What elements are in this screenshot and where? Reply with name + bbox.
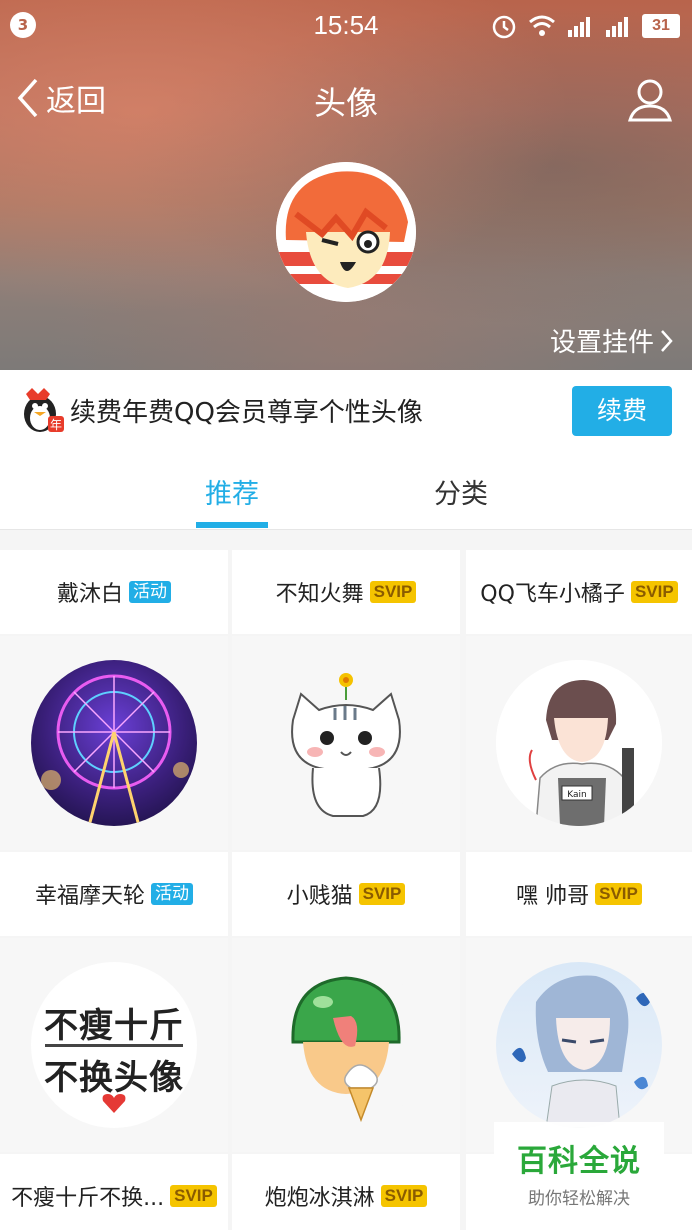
svip-tag: SVIP	[170, 1185, 217, 1207]
heart-icon	[102, 1094, 126, 1113]
icecream-image	[263, 962, 429, 1128]
renew-button[interactable]: 续费	[572, 386, 672, 436]
banner-text: 续费年费QQ会员尊享个性头像	[70, 398, 423, 428]
item-name: 戴沐白	[56, 582, 123, 607]
svip-tag: SVIP	[369, 581, 417, 603]
grid-item-image[interactable]	[466, 938, 692, 1152]
header-background: 3 15:54 31 返回 头像 设置挂件	[0, 0, 692, 370]
grid-item-title[interactable]: 炮炮冰淇淋 SVIP	[232, 1154, 460, 1230]
boy-sketch-image: Kain	[496, 660, 662, 826]
cat-image	[263, 660, 429, 826]
current-avatar[interactable]	[276, 162, 416, 302]
grid-item-title[interactable]: 不瘦十斤不换... SVIP	[0, 1154, 228, 1230]
set-pendant-link[interactable]: 设置挂件	[550, 322, 674, 359]
grid-item-image[interactable]: Kain	[466, 636, 692, 850]
boy-badge-text: Kain	[567, 790, 586, 800]
item-name: 炮炮冰淇淋	[264, 1186, 375, 1211]
set-pendant-label: 设置挂件	[549, 328, 654, 358]
svip-tag: SVIP	[380, 1185, 428, 1207]
qq-penguin-icon: 年	[24, 388, 64, 432]
item-name: 小贱猫	[286, 884, 353, 909]
grid-item-image[interactable]	[232, 636, 460, 850]
grid-item-image[interactable]	[232, 938, 460, 1152]
ferris-wheel-image	[31, 660, 197, 826]
event-tag: 活动	[151, 883, 193, 905]
item-name: 嘿 帅哥	[516, 884, 590, 909]
status-bar: 3 15:54 31	[0, 0, 692, 52]
grid-item-title[interactable]: 幸福摩天轮 活动	[0, 852, 228, 936]
svg-text:年: 年	[50, 418, 62, 432]
svip-tag: SVIP	[358, 883, 406, 905]
slogan-line-1: 不瘦十斤	[44, 1006, 184, 1046]
watermark-title: 百科全说	[517, 1144, 641, 1179]
tab-bar: 推荐 分类	[0, 454, 692, 530]
grid-item-title[interactable]: 戴沐白 活动	[0, 550, 228, 634]
vip-banner: 年 续费年费QQ会员尊享个性头像 续费	[0, 370, 692, 454]
signal-icon-2	[606, 17, 628, 37]
item-name: 幸福摩天轮	[34, 884, 145, 909]
tab-recommended[interactable]: 推荐	[205, 472, 259, 511]
grid-item-title[interactable]: QQ飞车小橘子 SVIP	[466, 550, 692, 634]
page-title: 头像	[313, 84, 378, 122]
alarm-icon	[492, 15, 516, 39]
tab-categories[interactable]: 分类	[434, 472, 488, 511]
svip-tag: SVIP	[630, 581, 678, 603]
butterfly-girl-image	[496, 962, 662, 1128]
signal-icon	[568, 17, 590, 37]
avatar-boy-image	[276, 162, 416, 302]
item-name: 不瘦十斤不换...	[11, 1186, 165, 1211]
item-name: QQ飞车小橘子	[480, 582, 625, 607]
wifi-icon	[529, 15, 555, 36]
chevron-right-icon	[661, 329, 673, 352]
grid-item-image[interactable]	[0, 636, 228, 850]
active-tab-indicator	[196, 522, 268, 528]
grid-item-image[interactable]: 不瘦十斤 不换头像	[0, 938, 228, 1152]
watermark-logo: 百科全说 助你轻松解决	[494, 1122, 664, 1218]
slim-slogan-image: 不瘦十斤 不换头像	[31, 962, 197, 1128]
grid-item-title[interactable]: 嘿 帅哥 SVIP	[466, 852, 692, 936]
battery-indicator: 31	[642, 14, 680, 38]
event-tag: 活动	[129, 581, 171, 603]
profile-icon[interactable]	[626, 76, 674, 124]
item-name: 不知火舞	[275, 582, 364, 607]
watermark-subtitle: 助你轻松解决	[528, 1189, 630, 1209]
grid-item-title[interactable]: 不知火舞 SVIP	[232, 550, 460, 634]
grid-item-title[interactable]: 小贱猫 SVIP	[232, 852, 460, 936]
svip-tag: SVIP	[595, 883, 642, 905]
